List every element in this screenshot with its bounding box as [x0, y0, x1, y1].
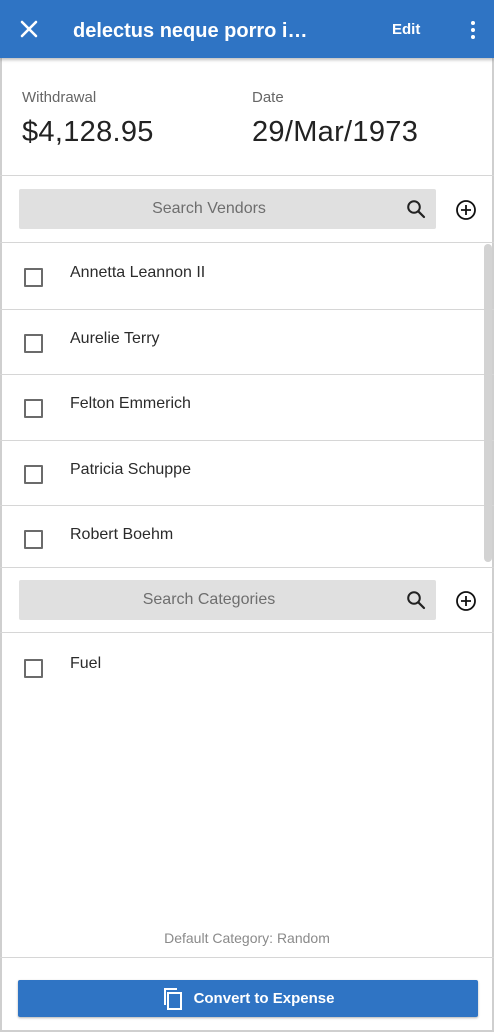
category-search-input[interactable]: [19, 580, 399, 620]
search-icon[interactable]: [406, 199, 426, 219]
vendor-checkbox[interactable]: [24, 530, 43, 549]
withdrawal-amount: $4,128.95: [22, 116, 154, 148]
vendor-checkbox[interactable]: [24, 399, 43, 418]
transaction-summary: Withdrawal $4,128.95 Date 29/Mar/1973: [0, 58, 494, 176]
category-search-row: [0, 567, 494, 633]
vendor-list-item[interactable]: Felton Emmerich: [0, 375, 494, 441]
vendor-list-item[interactable]: Annetta Leannon II: [0, 244, 494, 310]
vendor-search-box[interactable]: [19, 189, 436, 229]
vendor-name: Robert Boehm: [70, 526, 174, 543]
withdrawal-label: Withdrawal: [22, 89, 97, 106]
more-options-button[interactable]: [460, 16, 486, 44]
close-icon: [20, 20, 38, 38]
vendor-checkbox[interactable]: [24, 333, 43, 353]
date-label: Date: [252, 89, 284, 106]
category-checkbox[interactable]: [24, 659, 43, 678]
vendor-name: Annetta Leannon II: [70, 264, 206, 281]
add-vendor-button[interactable]: [455, 199, 477, 221]
copy-icon: [163, 987, 182, 1010]
more-vertical-icon: [471, 21, 475, 25]
vendor-list: Annetta Leannon II Aurelie Terry Felton …: [0, 244, 494, 564]
convert-to-expense-button[interactable]: Convert to Expense: [18, 980, 478, 1017]
category-name: Fuel: [70, 655, 102, 672]
edit-button[interactable]: Edit: [392, 20, 420, 40]
close-button[interactable]: [14, 14, 44, 44]
search-icon[interactable]: [406, 590, 426, 610]
category-search-box[interactable]: [19, 580, 436, 620]
default-category-text: Default Category: Random: [164, 930, 330, 946]
app-bar: delectus neque porro in ... Edit: [0, 0, 494, 58]
bottom-action-bar: Convert to Expense: [0, 957, 494, 1030]
vendor-name: Felton Emmerich: [70, 395, 191, 412]
vendor-list-item[interactable]: Aurelie Terry: [0, 310, 494, 375]
vendor-checkbox[interactable]: [24, 464, 43, 484]
add-category-button[interactable]: [455, 590, 477, 612]
vendor-name: Aurelie Terry: [70, 329, 160, 347]
category-list-item[interactable]: Fuel: [0, 635, 494, 701]
vendor-list-scrollbar[interactable]: [484, 244, 492, 562]
date-value: 29/Mar/1973: [252, 116, 419, 148]
vendor-search-row: [0, 177, 494, 243]
vendor-search-input[interactable]: [19, 189, 399, 229]
vendor-list-item[interactable]: Robert Boehm: [0, 506, 494, 564]
vendor-list-item[interactable]: Patricia Schuppe: [0, 441, 494, 506]
vendor-name: Patricia Schuppe: [70, 460, 191, 478]
page-title: delectus neque porro in ...: [73, 20, 313, 42]
category-list: Fuel: [0, 635, 494, 701]
convert-button-label: Convert to Expense: [193, 990, 335, 1007]
vendor-checkbox[interactable]: [24, 268, 43, 287]
